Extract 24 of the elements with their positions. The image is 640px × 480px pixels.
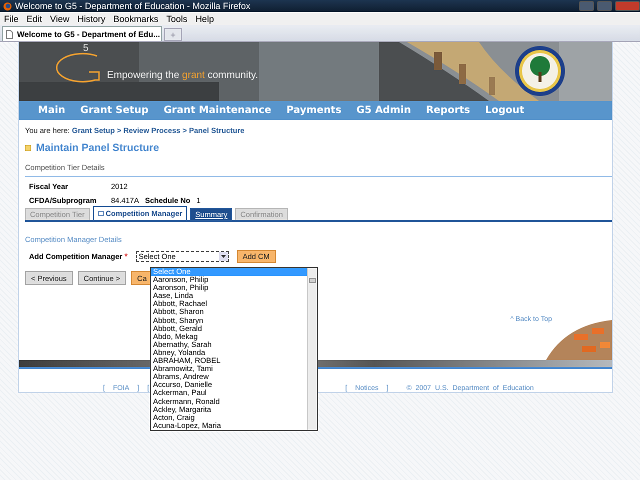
browser-tab-label: Welcome to G5 - Department of Edu...	[17, 30, 160, 38]
tagline: Empowering the grant community.	[107, 70, 258, 81]
scrollbar[interactable]	[307, 268, 317, 430]
minimize-button[interactable]	[579, 1, 594, 11]
logo-superscript: 5	[83, 43, 89, 54]
menu-item[interactable]: Tools	[166, 14, 188, 24]
browser-tab[interactable]: Welcome to G5 - Department of Edu...	[2, 26, 162, 41]
menu-item[interactable]: Help	[195, 14, 214, 24]
window-title: Welcome to G5 - Department of Education - Mozilla Firefox	[15, 1, 252, 11]
seal-icon	[514, 45, 566, 97]
page-title: Maintain Panel Structure	[36, 142, 160, 154]
tab-icon	[98, 211, 104, 216]
menu-item[interactable]: History	[77, 14, 106, 24]
menu-item[interactable]: File	[4, 14, 19, 24]
page-icon	[6, 30, 13, 38]
menu-item[interactable]: Bookmarks	[113, 14, 158, 24]
dropdown-arrow-icon	[218, 252, 228, 261]
maximize-button[interactable]	[597, 1, 612, 11]
menu-item[interactable]: Edit	[26, 14, 42, 24]
menu-item[interactable]: View	[50, 14, 70, 24]
bullet-icon	[25, 145, 31, 151]
browser-logo-icon	[3, 2, 12, 10]
dropdown-list[interactable]	[150, 267, 318, 431]
close-button[interactable]	[615, 1, 640, 11]
